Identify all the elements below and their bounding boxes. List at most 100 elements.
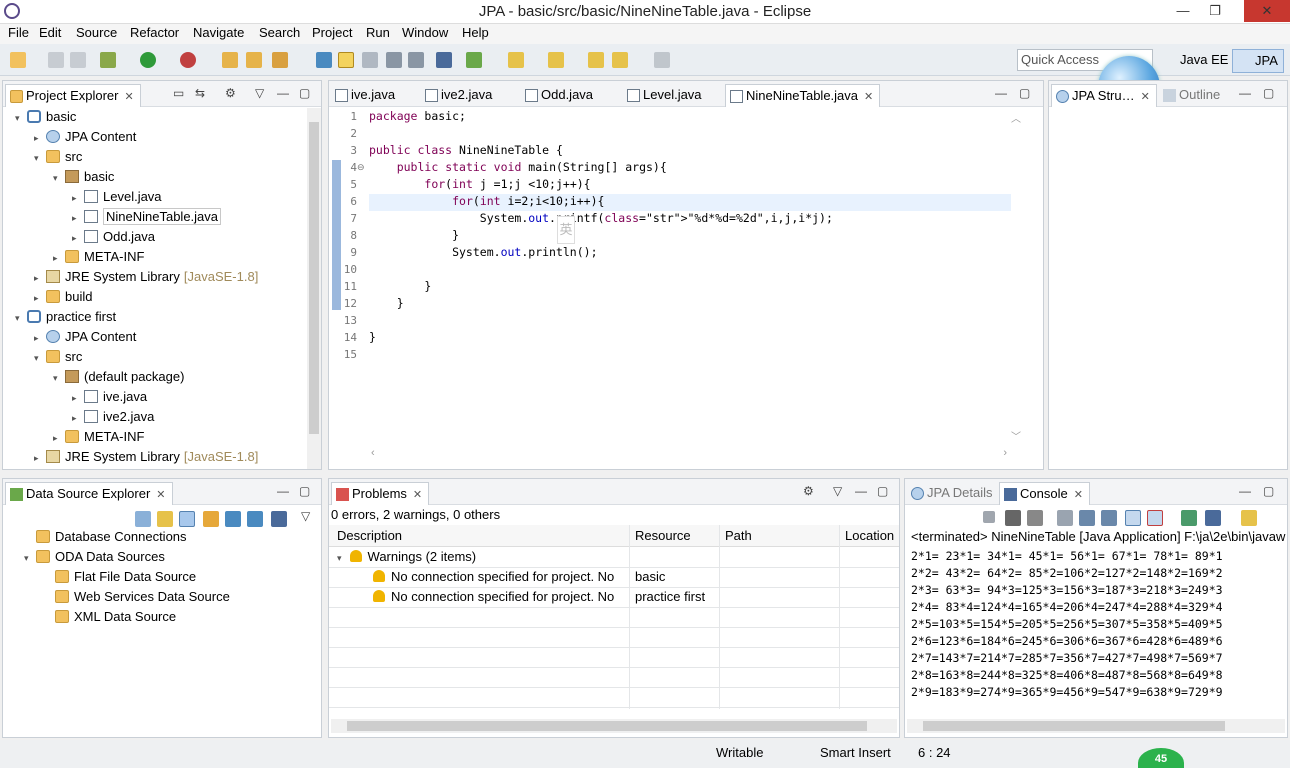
expand-arrow-icon[interactable]: ▸ — [34, 288, 46, 308]
new-icon[interactable] — [10, 52, 26, 68]
menu-refactor[interactable]: Refactor — [130, 25, 179, 40]
maximize-view-icon[interactable]: ▢ — [299, 484, 310, 498]
tab-jpa-details[interactable]: JPA Details — [907, 482, 999, 505]
tab-ive2-java[interactable]: ive2.java — [421, 84, 498, 107]
expand-arrow-icon[interactable]: ▸ — [53, 248, 65, 268]
view-menu-icon[interactable]: ▽ — [833, 484, 842, 498]
tree-item[interactable]: ▸ META-INF — [53, 427, 144, 447]
close-tab-icon[interactable]: ✕ — [1074, 489, 1083, 501]
scroll-down-icon[interactable]: ﹀ — [1011, 428, 1021, 443]
scroll-lock-icon[interactable] — [1079, 510, 1095, 526]
code-line[interactable]: package basic; — [369, 109, 466, 123]
expand-arrow-icon[interactable]: ▾ — [53, 168, 65, 188]
collapse-arrow-icon[interactable]: ▾ — [337, 553, 342, 563]
expand-arrow-icon[interactable]: ▾ — [34, 348, 46, 368]
code-line[interactable]: } — [369, 296, 404, 310]
expand-arrow-icon[interactable]: ▸ — [72, 388, 84, 408]
tree-view-icon[interactable] — [179, 511, 195, 527]
tab-data-source-explorer[interactable]: Data Source Explorer ✕ — [5, 482, 173, 505]
menu-file[interactable]: File — [8, 25, 29, 40]
clear-console-icon[interactable] — [1057, 510, 1073, 526]
scrollbar-thumb[interactable] — [347, 721, 867, 731]
tab-level-java[interactable]: Level.java — [623, 84, 708, 107]
code-line[interactable]: public static void main(String[] args){ — [369, 160, 667, 174]
warnings-group[interactable]: ▾ Warnings (2 items) — [337, 547, 476, 567]
expand-arrow-icon[interactable]: ▾ — [15, 308, 27, 328]
minimize-view-icon[interactable]: — — [1239, 484, 1251, 498]
maximize-view-icon[interactable]: ▢ — [1263, 484, 1274, 498]
scroll-right-icon[interactable]: › — [1003, 447, 1007, 459]
console-v-scrollbar[interactable] — [1271, 551, 1285, 715]
tree-item[interactable]: ▾ src — [34, 347, 82, 367]
maximize-view-icon[interactable]: ▢ — [1263, 86, 1274, 100]
block-select-icon[interactable] — [386, 52, 402, 68]
tree-item[interactable]: ▸ ive.java — [72, 387, 147, 407]
open-type-icon[interactable] — [222, 52, 238, 68]
expand-arrow-icon[interactable]: ▸ — [34, 448, 46, 468]
data-source-item[interactable]: ▾ ODA Data Sources — [24, 547, 165, 567]
column-resource[interactable]: Resource — [635, 526, 691, 546]
menu-run[interactable]: Run — [366, 25, 390, 40]
close-tab-icon[interactable]: ✕ — [1141, 91, 1150, 103]
pin-console-icon[interactable] — [1181, 510, 1197, 526]
external-tools-icon[interactable] — [180, 52, 196, 68]
wand-icon[interactable] — [272, 52, 288, 68]
maximize-view-icon[interactable]: ▢ — [1019, 86, 1030, 100]
tree-item[interactable]: ▾ practice first — [15, 307, 116, 327]
save-all-icon[interactable] — [70, 52, 86, 68]
scroll-left-icon[interactable]: ‹ — [371, 447, 375, 459]
filter-icon[interactable]: ⚙ — [803, 484, 814, 498]
scrollbar-thumb[interactable] — [309, 122, 319, 434]
menu-source[interactable]: Source — [76, 25, 117, 40]
link-icon[interactable] — [157, 511, 173, 527]
maximize-view-icon[interactable]: ▢ — [299, 86, 310, 100]
problems-h-scrollbar[interactable] — [331, 719, 897, 733]
scrollbar-thumb[interactable] — [923, 721, 1225, 731]
fold-icon[interactable]: ⊖ — [357, 162, 365, 173]
tree-item[interactable]: ▾ basic — [53, 167, 114, 187]
maximize-view-icon[interactable]: ▢ — [877, 484, 888, 498]
minimize-view-icon[interactable]: — — [1239, 86, 1251, 100]
tab-project-explorer[interactable]: Project Explorer ✕ — [5, 84, 141, 107]
collapse-all-icon[interactable]: ▭ — [173, 86, 184, 100]
view-menu-icon[interactable]: ▽ — [255, 86, 264, 100]
expand-arrow-icon[interactable]: ▾ — [15, 108, 27, 128]
refresh-icon[interactable] — [466, 52, 482, 68]
tree-item[interactable]: ▸ JPA Content — [34, 127, 136, 147]
expand-arrow-icon[interactable]: ▾ — [24, 548, 36, 568]
view-menu-icon[interactable]: ▽ — [301, 509, 310, 523]
expand-arrow-icon[interactable]: ▾ — [53, 368, 65, 388]
tree-item[interactable]: ▾ basic — [15, 107, 76, 127]
problem-row-1[interactable]: No connection specified for project. No — [373, 567, 625, 587]
menu-search[interactable]: Search — [259, 25, 300, 40]
back-icon[interactable] — [612, 52, 628, 68]
tab-problems[interactable]: Problems ✕ — [331, 482, 430, 505]
minimize-view-icon[interactable]: — — [277, 484, 289, 498]
tree-item[interactable]: ▸ JRE System Library [JavaSE-1.8] — [34, 267, 258, 287]
code-line[interactable]: public class NineNineTable { — [369, 143, 563, 157]
remove-all-icon[interactable] — [1027, 510, 1043, 526]
show-stderr-icon[interactable] — [1147, 510, 1163, 526]
tree-item[interactable]: ▾ src — [34, 147, 82, 167]
show-stdout-icon[interactable] — [1125, 510, 1141, 526]
last-edit-icon[interactable] — [588, 52, 604, 68]
tree-item[interactable]: ▸ build — [34, 287, 92, 307]
minimize-button[interactable]: — — [1168, 0, 1198, 22]
minimize-view-icon[interactable]: — — [855, 484, 867, 498]
tree-item[interactable]: ▸ JRE System Library [JavaSE-1.8] — [34, 447, 258, 467]
minimize-view-icon[interactable]: — — [995, 86, 1007, 100]
whitespace-icon[interactable] — [408, 52, 424, 68]
menu-navigate[interactable]: Navigate — [193, 25, 244, 40]
remove-launch-icon[interactable] — [1005, 510, 1021, 526]
data-source-item[interactable]: XML Data Source — [43, 607, 176, 627]
code-editor[interactable]: 1 2 3 4 5 6 7 8 9 10 11 12 13 14 15 ⊖ package basic; pub… — [329, 108, 1043, 469]
problem-row-2[interactable]: No connection specified for project. No — [373, 587, 625, 607]
expand-arrow-icon[interactable]: ▸ — [34, 328, 46, 348]
tab-outline[interactable]: Outline — [1159, 84, 1226, 107]
tab-console[interactable]: Console ✕ — [999, 482, 1090, 505]
column-location[interactable]: Location — [845, 526, 894, 546]
expand-arrow-icon[interactable]: ▸ — [34, 128, 46, 148]
expand-arrow-icon[interactable]: ▸ — [53, 428, 65, 448]
open-console-icon[interactable] — [1241, 510, 1257, 526]
expand-arrow-icon[interactable]: ▸ — [72, 208, 84, 228]
